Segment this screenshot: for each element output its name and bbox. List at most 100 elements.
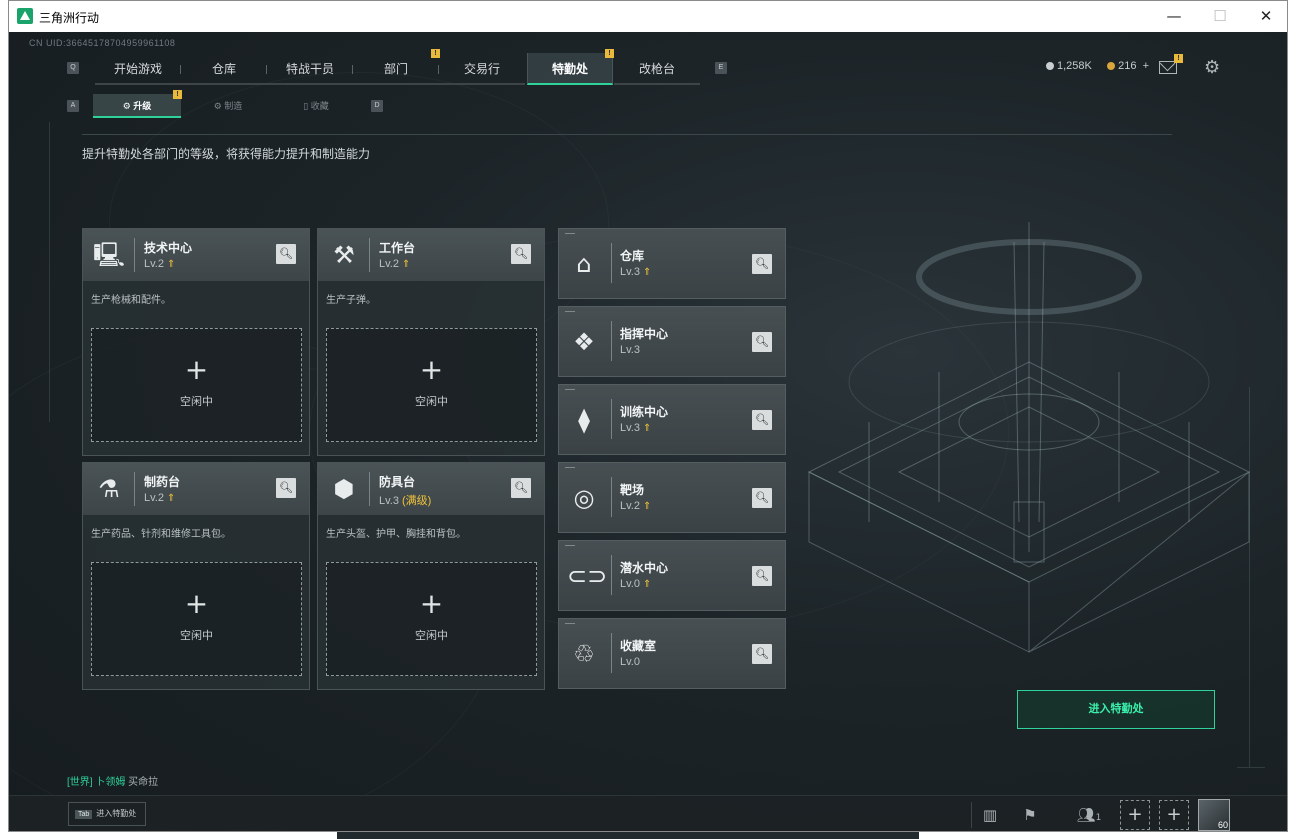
computer-icon: 🖳 bbox=[92, 241, 126, 269]
tab-special-ops[interactable]: 特勤处 bbox=[527, 53, 613, 85]
production-card-armor-bench[interactable]: ⬢ 防具台 Lv.3 (满级) 🔍︎ 生产头盔、护甲、胸挂和背包。 + 空闲中 bbox=[317, 462, 545, 690]
department-name: 靶场 bbox=[620, 483, 645, 497]
production-card-workbench[interactable]: ⚒ 工作台 Lv.2 ⇑ 🔍︎ 生产子弹。 + 空闲中 bbox=[317, 228, 545, 456]
department-name: 训练中心 bbox=[620, 405, 669, 419]
armor-icon: ⬢ bbox=[333, 475, 355, 503]
title-bar: 三角洲行动 — ☐ ✕ bbox=[9, 1, 1287, 32]
tab-warehouse[interactable]: 仓库 bbox=[181, 53, 267, 85]
tab-operators[interactable]: 特战干员 bbox=[267, 53, 353, 85]
upgrade-arrow-icon: ⇑ bbox=[166, 493, 176, 504]
department-warehouse[interactable]: ⌂ 仓库 Lv.3 ⇑ 🔍︎ bbox=[558, 228, 786, 299]
settings-gear-icon[interactable]: ⚙ bbox=[1204, 57, 1220, 78]
department-name: 潜水中心 bbox=[620, 561, 669, 575]
warehouse-icon: ⌂ bbox=[576, 250, 592, 278]
slot-status: 空闲中 bbox=[415, 396, 448, 408]
target-icon: ◎ bbox=[573, 484, 595, 512]
add-currency-button[interactable]: + bbox=[1143, 60, 1149, 72]
upgrade-arrow-icon: ⇑ bbox=[642, 501, 652, 512]
nav-next-key[interactable]: E bbox=[715, 62, 727, 74]
department-level: Lv.3 bbox=[620, 344, 640, 356]
maximize-button[interactable]: ☐ bbox=[1197, 1, 1243, 32]
headquarters-illustration bbox=[807, 222, 1251, 653]
search-icon[interactable]: 🔍︎ bbox=[276, 244, 296, 264]
search-icon[interactable]: 🔍︎ bbox=[276, 478, 296, 498]
production-card-tech-center[interactable]: 🖳 技术中心 Lv.2 ⇑ 🔍︎ 生产枪械和配件。 + 空闲中 bbox=[82, 228, 310, 456]
chat-user: 卜领姆 bbox=[95, 777, 126, 788]
card-level: Lv.2 ⇑ bbox=[144, 492, 176, 504]
production-slot[interactable]: + 空闲中 bbox=[91, 328, 302, 442]
search-icon[interactable]: 🔍︎ bbox=[752, 332, 772, 352]
department-diving-center[interactable]: ⊂⊃ 潜水中心 Lv.0 ⇑ 🔍︎ bbox=[558, 540, 786, 611]
card-description: 生产枪械和配件。 bbox=[91, 295, 171, 306]
flag-icon[interactable]: ⚑ bbox=[1017, 802, 1043, 828]
card-description: 生产头盔、护甲、胸挂和背包。 bbox=[326, 529, 466, 540]
card-level: Lv.2 ⇑ bbox=[379, 258, 411, 270]
card-name: 防具台 bbox=[379, 475, 416, 489]
add-teammate-slot-1[interactable]: + bbox=[1120, 800, 1150, 830]
subtab-collection[interactable]: ▯ 收藏 bbox=[273, 94, 359, 118]
department-training-center[interactable]: ⧫ 训练中心 Lv.3 ⇑ 🔍︎ bbox=[558, 384, 786, 455]
diving-icon: ⊂⊃ bbox=[567, 562, 608, 590]
add-teammate-slot-2[interactable]: + bbox=[1159, 800, 1189, 830]
production-card-pharmacy[interactable]: ⚗ 制药台 Lv.2 ⇑ 🔍︎ 生产药品、针剂和维修工具包。 + 空闲中 bbox=[82, 462, 310, 690]
card-header: 🖳 技术中心 Lv.2 ⇑ 🔍︎ bbox=[83, 229, 309, 281]
mail-badge: ! bbox=[1174, 54, 1183, 63]
nav-prev-key[interactable]: Q bbox=[67, 62, 79, 74]
card-level: Lv.2 ⇑ bbox=[144, 258, 176, 270]
minimize-button[interactable]: — bbox=[1151, 1, 1197, 32]
tab-department[interactable]: 部门 bbox=[353, 53, 439, 85]
upgrade-arrow-icon: ⇑ bbox=[401, 259, 411, 270]
avatar[interactable]: 60 bbox=[1198, 799, 1230, 831]
page-description: 提升特勤处各部门的等级，将获得能力提升和制造能力 bbox=[82, 147, 371, 161]
department-level: Lv.0 bbox=[620, 656, 640, 668]
subtab-upgrade[interactable]: ⚙ 升级 bbox=[93, 94, 181, 118]
subnav-prev-key[interactable]: A bbox=[67, 100, 79, 112]
sub-nav: A ⚙ 升级 ! ⚙ 制造 ▯ 收藏 D bbox=[67, 90, 387, 118]
card-description: 生产子弹。 bbox=[326, 295, 376, 306]
friends-icon[interactable]: 👥︎1 bbox=[1069, 802, 1109, 828]
search-icon[interactable]: 🔍︎ bbox=[752, 566, 772, 586]
production-slot[interactable]: + 空闲中 bbox=[326, 328, 537, 442]
production-slot[interactable]: + 空闲中 bbox=[326, 562, 537, 676]
upgrade-badge: ! bbox=[173, 90, 182, 99]
player-uid: CN UID:36645178704959961108 bbox=[29, 38, 176, 48]
subnav-next-key[interactable]: D bbox=[371, 100, 383, 112]
card-name: 制药台 bbox=[144, 475, 181, 489]
production-slot[interactable]: + 空闲中 bbox=[91, 562, 302, 676]
department-name: 指挥中心 bbox=[620, 327, 669, 341]
coin-icon bbox=[1045, 62, 1054, 70]
tools-icon: ⚒ bbox=[333, 241, 355, 269]
upgrade-arrow-icon: ⇑ bbox=[642, 579, 652, 590]
department-level: Lv.0 ⇑ bbox=[620, 578, 652, 590]
enter-special-ops-button[interactable]: 进入特勤处 bbox=[1017, 690, 1215, 729]
search-icon[interactable]: 🔍︎ bbox=[511, 244, 531, 264]
chat-channel: [世界] bbox=[67, 777, 93, 788]
subtab-craft[interactable]: ⚙ 制造 bbox=[185, 94, 271, 118]
search-icon[interactable]: 🔍︎ bbox=[511, 478, 531, 498]
chat-line[interactable]: [世界] 卜领姆 买命拉 bbox=[67, 773, 158, 788]
tab-start-game[interactable]: 开始游戏 bbox=[95, 53, 181, 85]
close-button[interactable]: ✕ bbox=[1243, 1, 1287, 32]
card-description: 生产药品、针剂和维修工具包。 bbox=[91, 529, 231, 540]
search-icon[interactable]: 🔍︎ bbox=[752, 644, 772, 664]
plus-icon: + bbox=[184, 587, 209, 620]
department-level: Lv.2 ⇑ bbox=[620, 500, 652, 512]
department-command-center[interactable]: ❖ 指挥中心 Lv.3 🔍︎ bbox=[558, 306, 786, 377]
search-icon[interactable]: 🔍︎ bbox=[752, 488, 772, 508]
department-collection-room[interactable]: ♲ 收藏室 Lv.0 🔍︎ bbox=[558, 618, 786, 689]
shortcut-label: 进入特勤处 bbox=[96, 809, 137, 818]
search-icon[interactable]: 🔍︎ bbox=[752, 254, 772, 274]
department-shooting-range[interactable]: ◎ 靶场 Lv.2 ⇑ 🔍︎ bbox=[558, 462, 786, 533]
stats-chart-icon[interactable]: ▥ bbox=[977, 802, 1003, 828]
card-header: ⚒ 工作台 Lv.2 ⇑ 🔍︎ bbox=[318, 229, 544, 281]
search-icon[interactable]: 🔍︎ bbox=[752, 410, 772, 430]
bottom-bar: Tab 进入特勤处 ▥ ⚑ 👥︎1 + + 60 bbox=[9, 795, 1287, 831]
tab-trading[interactable]: 交易行 bbox=[439, 53, 525, 85]
upgrade-arrow-icon: ⇑ bbox=[642, 267, 652, 278]
enter-special-ops-shortcut[interactable]: Tab 进入特勤处 bbox=[68, 802, 146, 826]
microscope-icon: ⚗ bbox=[98, 475, 120, 503]
card-level: Lv.3 (满级) bbox=[379, 495, 432, 507]
divider bbox=[82, 134, 1172, 135]
tab-gunsmith[interactable]: 改枪台 bbox=[614, 53, 700, 85]
card-name: 工作台 bbox=[379, 241, 416, 255]
